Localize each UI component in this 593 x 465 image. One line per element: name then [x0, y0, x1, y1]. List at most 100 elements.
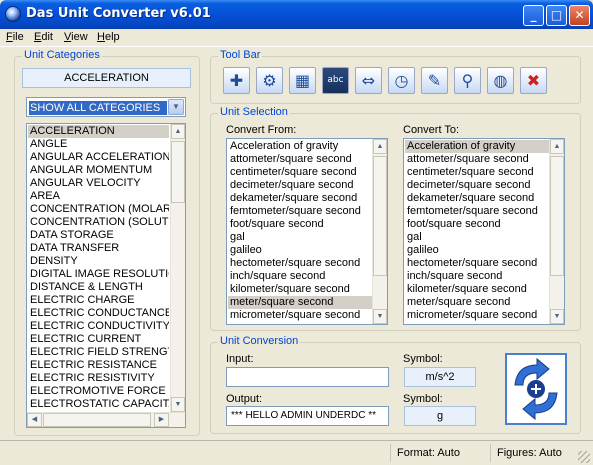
- globe-tool-button[interactable]: ◍: [487, 67, 514, 94]
- category-list-item[interactable]: ELECTROSTATIC CAPACITAN: [28, 398, 169, 411]
- to-unit-list-item[interactable]: galileo: [405, 244, 549, 257]
- category-list[interactable]: ACCELERATION ANGLE ANGULAR ACCELERATION ANG…: [26, 123, 186, 428]
- menu-help[interactable]: Help: [97, 31, 120, 43]
- to-unit-list-item[interactable]: centimeter/square second: [405, 166, 549, 179]
- to-unit-list-item[interactable]: gal: [405, 231, 549, 244]
- close-button[interactable]: ✕: [569, 5, 590, 26]
- status-bar: Format: Auto Figures: Auto: [0, 440, 593, 465]
- from-unit-list-item[interactable]: dekameter/square second: [228, 192, 372, 205]
- category-list-vscroll[interactable]: ▲ ▼: [170, 124, 185, 413]
- convert-to-vscroll[interactable]: ▲ ▼: [549, 139, 564, 324]
- convert-from-vscroll[interactable]: ▲ ▼: [372, 139, 387, 324]
- scroll-left-button[interactable]: ◀: [27, 413, 42, 427]
- from-unit-list-item[interactable]: galileo: [228, 244, 372, 257]
- to-unit-list-item[interactable]: femtometer/square second: [405, 205, 549, 218]
- category-list-hscroll[interactable]: ◀ ▶: [27, 412, 185, 427]
- to-unit-list-item[interactable]: decimeter/square second: [405, 179, 549, 192]
- category-list-item[interactable]: ELECTRIC CONDUCTIVITY: [28, 320, 169, 333]
- category-list-item[interactable]: ANGLE: [28, 138, 169, 151]
- category-list-item[interactable]: CONCENTRATION (MOLAR): [28, 203, 169, 216]
- convert-to-list[interactable]: Acceleration of gravity attometer/square …: [403, 138, 565, 325]
- category-list-item[interactable]: ANGULAR ACCELERATION: [28, 151, 169, 164]
- edit-notepad-tool-button[interactable]: ✎: [421, 67, 448, 94]
- category-list-item[interactable]: ELECTRIC CHARGE: [28, 294, 169, 307]
- category-list-item[interactable]: ELECTRIC CONDUCTANCE: [28, 307, 169, 320]
- convert-to-label: Convert To:: [403, 124, 460, 136]
- settings-gear-tool-button[interactable]: ⚙: [256, 67, 283, 94]
- scroll-down-button[interactable]: ▼: [373, 309, 387, 324]
- scroll-right-button[interactable]: ▶: [154, 413, 169, 427]
- title-bar[interactable]: Das Unit Converter v6.01 _ □ ✕: [0, 0, 593, 29]
- scroll-down-button[interactable]: ▼: [550, 309, 564, 324]
- category-list-item[interactable]: DIGITAL IMAGE RESOLUTION: [28, 268, 169, 281]
- scroll-thumb[interactable]: [373, 156, 387, 276]
- unit-selection-title: Unit Selection: [218, 106, 290, 118]
- category-list-item[interactable]: ELECTRIC CURRENT: [28, 333, 169, 346]
- scroll-down-icon: ▼: [553, 313, 561, 320]
- to-unit-list-item[interactable]: attometer/square second: [405, 153, 549, 166]
- add-unit-tool-button[interactable]: ✚: [223, 67, 250, 94]
- calculator-tool-button[interactable]: ▦: [289, 67, 316, 94]
- category-list-item[interactable]: ELECTRIC RESISTANCE: [28, 359, 169, 372]
- app-globe-icon[interactable]: [5, 6, 21, 22]
- scroll-thumb[interactable]: [550, 156, 564, 276]
- category-list-item[interactable]: ELECTRIC FIELD STRENGTH: [28, 346, 169, 359]
- category-list-item[interactable]: ANGULAR MOMENTUM: [28, 164, 169, 177]
- to-unit-list-item[interactable]: micrometer/square second: [405, 309, 549, 322]
- input-field[interactable]: [226, 367, 389, 387]
- from-unit-list-item[interactable]: attometer/square second: [228, 153, 372, 166]
- scroll-down-button[interactable]: ▼: [171, 397, 185, 412]
- double-arrow-tool-button[interactable]: ⇔: [355, 67, 382, 94]
- category-list-item[interactable]: AREA: [28, 190, 169, 203]
- window-title: Das Unit Converter v6.01: [26, 6, 211, 21]
- magnifier-tool-button[interactable]: ⚲: [454, 67, 481, 94]
- maximize-button[interactable]: □: [546, 5, 567, 26]
- output-label: Output:: [226, 393, 263, 405]
- to-unit-list-item[interactable]: meter/square second: [405, 296, 549, 309]
- to-unit-list-item[interactable]: inch/square second: [405, 270, 549, 283]
- category-list-item[interactable]: DISTANCE & LENGTH: [28, 281, 169, 294]
- to-unit-list-item[interactable]: Acceleration of gravity: [405, 140, 549, 153]
- category-list-item[interactable]: DATA TRANSFER: [28, 242, 169, 255]
- to-unit-list-item[interactable]: foot/square second: [405, 218, 549, 231]
- from-unit-list-item[interactable]: femtometer/square second: [228, 205, 372, 218]
- to-unit-list-item[interactable]: kilometer/square second: [405, 283, 549, 296]
- abc-board-tool-button[interactable]: abc: [322, 67, 349, 94]
- to-unit-list-item[interactable]: hectometer/square second: [405, 257, 549, 270]
- menu-view[interactable]: View: [64, 31, 88, 43]
- minimize-button[interactable]: _: [523, 5, 544, 26]
- from-unit-list-item[interactable]: micrometer/square second: [228, 309, 372, 322]
- scroll-up-button[interactable]: ▲: [171, 124, 185, 139]
- convert-from-list[interactable]: Acceleration of gravity attometer/square …: [226, 138, 388, 325]
- category-list-item[interactable]: ACCELERATION: [28, 125, 169, 138]
- category-list-item[interactable]: CONCENTRATION (SOLUTIO: [28, 216, 169, 229]
- from-unit-list-item[interactable]: inch/square second: [228, 270, 372, 283]
- scroll-thumb[interactable]: [171, 141, 185, 203]
- from-unit-list-item[interactable]: centimeter/square second: [228, 166, 372, 179]
- to-unit-list-item[interactable]: dekameter/square second: [405, 192, 549, 205]
- output-field[interactable]: *** HELLO ADMIN UNDERDC **: [226, 406, 389, 426]
- from-unit-list-item[interactable]: decimeter/square second: [228, 179, 372, 192]
- clock-tool-button[interactable]: ◷: [388, 67, 415, 94]
- from-unit-list-item[interactable]: foot/square second: [228, 218, 372, 231]
- scroll-up-button[interactable]: ▲: [373, 139, 387, 154]
- dropdown-button[interactable]: ▼: [168, 99, 184, 115]
- category-list-item[interactable]: DATA STORAGE: [28, 229, 169, 242]
- category-list-item[interactable]: ELECTRIC RESISTIVITY: [28, 372, 169, 385]
- from-unit-list-item[interactable]: Acceleration of gravity: [228, 140, 372, 153]
- from-unit-list-item[interactable]: kilometer/square second: [228, 283, 372, 296]
- category-list-item[interactable]: DENSITY: [28, 255, 169, 268]
- from-unit-list-item[interactable]: meter/square second: [228, 296, 372, 309]
- menu-edit[interactable]: Edit: [34, 31, 53, 43]
- swap-units-button[interactable]: [505, 353, 567, 425]
- from-unit-list-item[interactable]: gal: [228, 231, 372, 244]
- menu-file[interactable]: File: [6, 31, 24, 43]
- hscroll-thumb[interactable]: [43, 413, 151, 427]
- category-filter-dropdown[interactable]: SHOW ALL CATEGORIES ▼: [26, 97, 186, 117]
- category-list-item[interactable]: ELECTROMOTIVE FORCE: [28, 385, 169, 398]
- scroll-up-button[interactable]: ▲: [550, 139, 564, 154]
- category-list-item[interactable]: ANGULAR VELOCITY: [28, 177, 169, 190]
- exit-tool-button[interactable]: ✖: [520, 67, 547, 94]
- from-unit-list-item[interactable]: hectometer/square second: [228, 257, 372, 270]
- resize-grip-icon[interactable]: [578, 451, 590, 463]
